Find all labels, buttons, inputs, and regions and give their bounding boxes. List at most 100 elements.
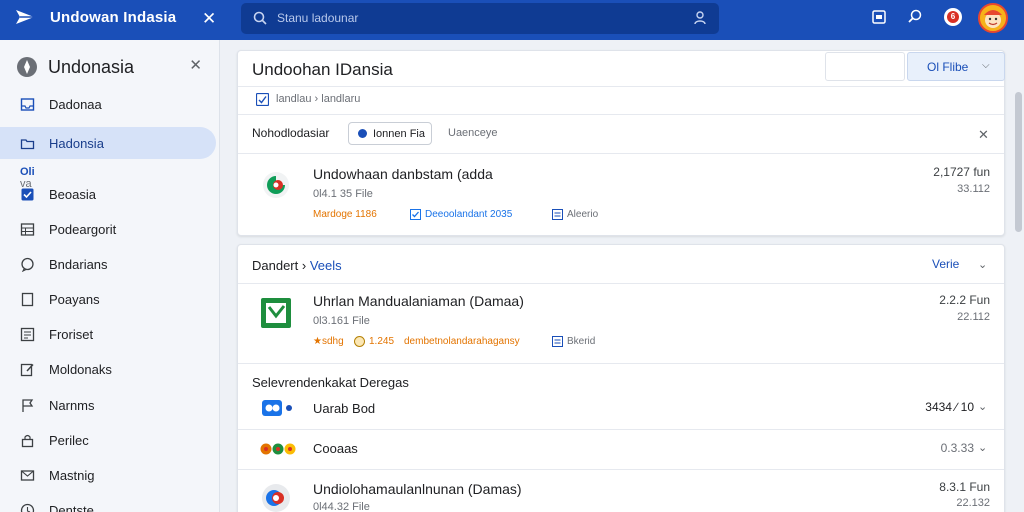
- result-tag-link[interactable]: dembetnolandarahagansy: [404, 336, 520, 347]
- close-icon[interactable]: ✕: [202, 9, 216, 29]
- compass-icon: [17, 57, 37, 77]
- list-item-label: Undiolohamaulanlnunan (Damas): [313, 481, 522, 497]
- divider: [238, 283, 1004, 284]
- top-app-bar: Undowan Indasia ✕ 6: [0, 0, 1024, 40]
- sidebar-item-dadonaa[interactable]: Dadonaa: [0, 88, 216, 120]
- sidebar-item-podeargorit[interactable]: Podeargorit: [0, 213, 216, 245]
- sidebar: Undonasia ✕ Dadonaa Hadonsia Oli va Beoa…: [0, 40, 220, 512]
- breadcrumb[interactable]: landlau › landlaru: [276, 93, 360, 105]
- notification-badge: 6: [947, 11, 959, 23]
- avatar[interactable]: [978, 3, 1008, 33]
- file-dropdown-button[interactable]: Ol Flibe ⌵: [907, 52, 1005, 81]
- sidebar-item-label: Podeargorit: [49, 221, 117, 237]
- divider: [238, 153, 1004, 154]
- edit-icon: [20, 363, 34, 376]
- main-card: Undoohan IDansia Ol Flibe ⌵ landlau › la…: [237, 50, 1005, 236]
- checkbox-icon[interactable]: [256, 93, 269, 106]
- sidebar-item-label: Poayans: [49, 291, 100, 307]
- filter-close-icon[interactable]: ✕: [978, 127, 989, 143]
- section-title: Dandert › Veels: [252, 258, 342, 273]
- result-score: 1.245: [369, 336, 395, 347]
- title-input[interactable]: [825, 52, 905, 81]
- sidebar-item-mastnig[interactable]: Mastnig: [0, 459, 216, 491]
- chevron-down-icon[interactable]: ⌄: [978, 258, 987, 271]
- result-app-icon: [263, 172, 289, 198]
- result-title: Uhrlan Mandualaniaman (Damaa): [313, 293, 524, 309]
- list-item-value: 8.3.1 Fun: [939, 480, 990, 494]
- sidebar-item-narnms[interactable]: Narnms: [0, 389, 216, 421]
- lock-icon: [21, 434, 34, 447]
- video-icon: [262, 400, 292, 416]
- divider: [238, 114, 1004, 115]
- result-tag-meta: Bkerid: [567, 336, 596, 347]
- sidebar-item-label: Perilec: [49, 432, 89, 448]
- sidebar-item-hadonsia[interactable]: Hadonsia: [0, 127, 216, 159]
- clock-icon: [20, 503, 35, 512]
- divider: [238, 363, 1004, 364]
- filter-chip[interactable]: Ionnen Fia: [348, 122, 432, 145]
- result-count: 22.112: [957, 311, 990, 323]
- folder-icon: [20, 138, 35, 149]
- sidebar-item-label: Dentste: [49, 502, 94, 512]
- scrollbar-thumb[interactable]: [1015, 92, 1022, 232]
- section-title-link[interactable]: Veels: [310, 258, 342, 273]
- verify-button[interactable]: Verie: [932, 257, 959, 271]
- search-input[interactable]: [277, 8, 677, 28]
- coin-icon: [354, 336, 365, 347]
- result-subtitle: 0l3.161 File: [313, 315, 370, 327]
- sidebar-item-moldonaks[interactable]: Moldonaks: [0, 353, 216, 385]
- person-search-icon[interactable]: [693, 10, 709, 26]
- calendar-icon[interactable]: [870, 8, 888, 26]
- list-icon: [552, 336, 563, 347]
- sidebar-item-label: Moldonaks: [49, 361, 112, 377]
- notifications-icon[interactable]: 6: [944, 8, 962, 26]
- sidebar-section-title: Oli: [20, 166, 35, 178]
- sidebar-item-perilec[interactable]: Perilec: [0, 424, 216, 456]
- app-title: Undowan Indasia: [50, 8, 177, 26]
- divider: [238, 86, 1004, 87]
- divider: [238, 469, 1004, 470]
- page-title: Undoohan IDansia: [252, 60, 393, 79]
- result-tag-meta: Aleerio: [567, 209, 599, 220]
- chat-icon: [21, 257, 34, 272]
- section-title-text: Dandert ›: [252, 258, 307, 273]
- sidebar-item-poayans[interactable]: Poayans: [0, 283, 216, 315]
- avatar-face-icon: [984, 10, 1002, 28]
- sidebar-close-icon[interactable]: ✕: [189, 56, 202, 74]
- chevron-down-icon[interactable]: ⌄: [978, 441, 987, 454]
- help-search-icon[interactable]: [906, 8, 924, 26]
- sidebar-item-froriset[interactable]: Froriset: [0, 318, 216, 350]
- sidebar-header: Undonasia ✕: [16, 54, 206, 80]
- cookies-icon: [260, 443, 296, 455]
- list-item-label: Cooaas: [313, 441, 358, 456]
- result-tag-link[interactable]: Deeoolandant 2035: [425, 209, 512, 220]
- chevron-down-icon[interactable]: ⌄: [978, 400, 987, 413]
- result-subtitle: 0l4.1 35 File: [313, 188, 373, 200]
- result-rating: ★sdhg: [313, 336, 344, 347]
- file-button-label: Ol Flibe: [927, 60, 969, 74]
- section-card: Dandert › Veels Verie ⌄ Uhrlan Mandualan…: [237, 244, 1005, 512]
- flag-icon: [22, 398, 34, 412]
- sidebar-item-label: Bndarians: [49, 256, 108, 272]
- document-icon: [21, 292, 34, 306]
- brand: Undowan Indasia: [14, 6, 176, 28]
- sidebar-title: Undonasia: [48, 56, 135, 77]
- sidebar-item-label: Froriset: [49, 326, 94, 342]
- sidebar-item-beoasia[interactable]: Beoasia: [0, 178, 216, 210]
- sidebar-item-label: Hadonsia: [49, 135, 104, 151]
- result-doc-icon: [261, 298, 291, 328]
- sidebar-item-dentste[interactable]: Dentste: [0, 494, 216, 512]
- mail-icon: [20, 469, 35, 481]
- sidebar-item-label: Narnms: [49, 397, 95, 413]
- chevron-down-icon: ⌵: [982, 60, 990, 71]
- list-item-value: 0.3.33: [940, 441, 974, 455]
- inbox-icon: [20, 97, 35, 111]
- filter-secondary[interactable]: Uaenceye: [448, 127, 498, 139]
- subsection-heading: Selevrendenkakat Deregas: [252, 375, 409, 390]
- checkbox-icon: [21, 188, 34, 200]
- list-icon: [20, 327, 35, 341]
- app-logo-icon: [16, 10, 34, 24]
- search-bar[interactable]: [241, 3, 719, 34]
- sidebar-item-bndarians[interactable]: Bndarians: [0, 248, 216, 280]
- list-item-label: Uarab Bod: [313, 401, 376, 416]
